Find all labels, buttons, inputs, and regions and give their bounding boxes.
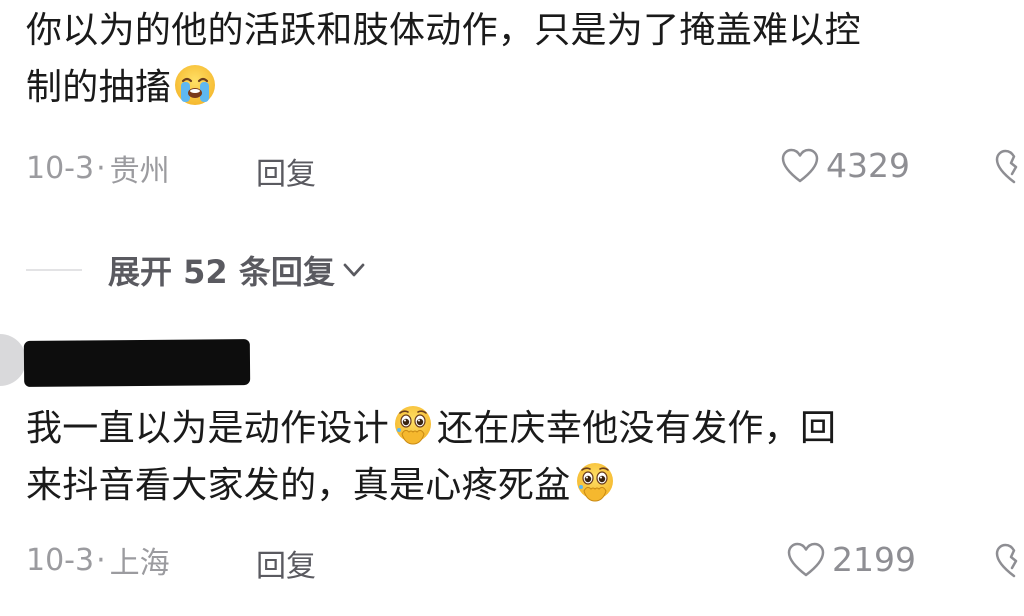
comment-text: 你以为的他的活跃和肢体动作，只是为了掩盖难以控 制的抽搐 xyxy=(26,2,1024,116)
comment-location: 贵州 xyxy=(109,154,170,189)
comment-text-line: 制的抽搐 xyxy=(26,59,1024,116)
comment-text-line: 你以为的他的活跃和肢体动作，只是为了掩盖难以控 xyxy=(26,10,861,51)
loudly-crying-emoji-icon xyxy=(175,65,216,105)
chevron-down-icon xyxy=(343,263,365,277)
comment-location: 上海 xyxy=(109,546,170,581)
reply-button[interactable]: 回复 xyxy=(256,149,316,193)
comment-date: 10-3 xyxy=(26,150,95,186)
comment-text-line: 我一直以为是动作设计 还在庆幸他没有发作，回 xyxy=(26,400,1024,457)
redacted-username xyxy=(23,339,251,387)
comment-text-line: 来抖音看大家发的，真是心疼死盆 xyxy=(26,457,1024,514)
like-button[interactable]: 2199 xyxy=(786,540,916,579)
reply-button[interactable]: 回复 xyxy=(256,541,316,585)
avatar[interactable] xyxy=(0,334,26,386)
meta-separator: · xyxy=(96,542,106,578)
heart-outline-icon xyxy=(781,148,819,182)
broken-heart-icon[interactable] xyxy=(994,542,1024,580)
like-count: 2199 xyxy=(832,540,916,579)
like-count: 4329 xyxy=(826,146,910,185)
comment-text: 我一直以为是动作设计 还在庆幸他没有发作，回 来抖音看大家发的，真是心疼死盆 xyxy=(26,400,1024,514)
broken-heart-icon[interactable] xyxy=(994,148,1024,186)
holding-back-tears-emoji-icon xyxy=(395,406,432,445)
heart-outline-icon xyxy=(787,542,825,576)
comment-meta: 10-3 · 贵州 xyxy=(26,148,170,190)
holding-back-tears-emoji-icon xyxy=(576,463,613,502)
expand-replies[interactable]: 展开 52 条回复 xyxy=(26,250,369,291)
meta-separator: · xyxy=(96,150,106,186)
comment-meta: 10-3 · 上海 xyxy=(26,540,170,582)
comment-date: 10-3 xyxy=(26,542,95,578)
like-button[interactable]: 4329 xyxy=(780,146,910,185)
divider xyxy=(26,269,82,271)
expand-replies-label: 展开 52 条回复 xyxy=(108,253,335,291)
